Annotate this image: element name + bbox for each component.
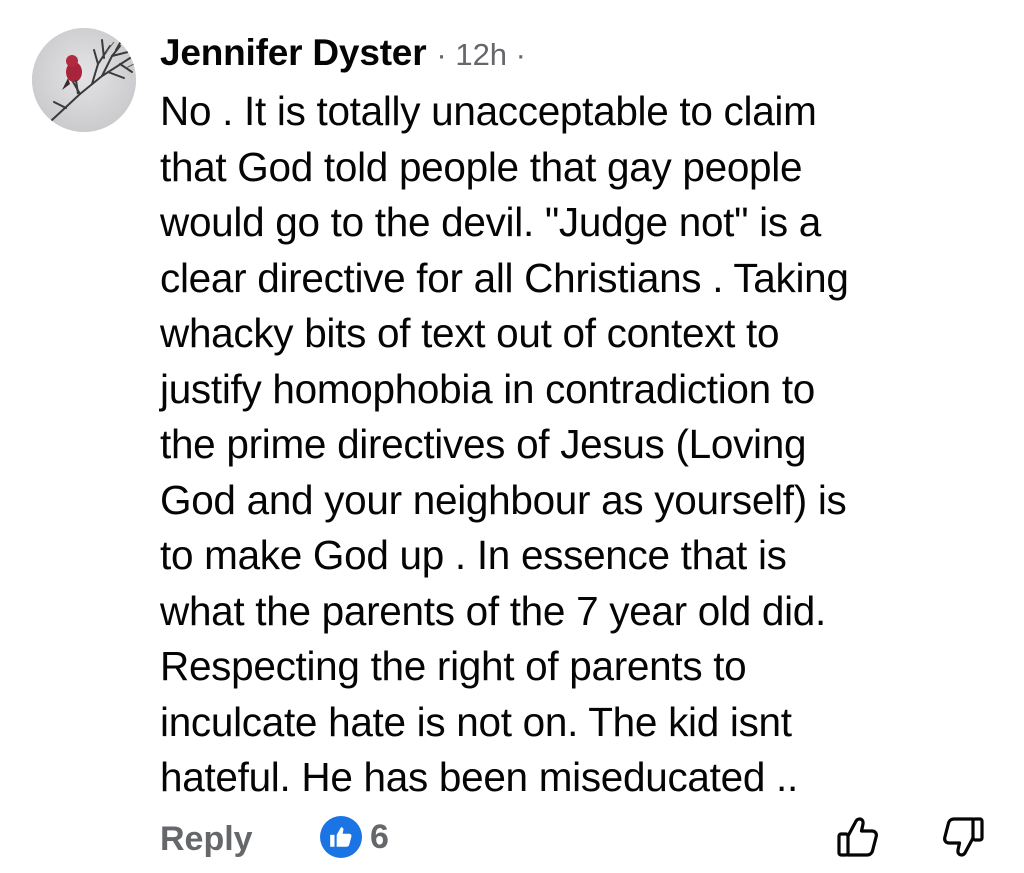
thumbs-down-outline-icon xyxy=(943,817,984,857)
comment: Jennifer Dyster · 12h · No . It is total… xyxy=(0,0,1024,873)
thumbs-up-button[interactable] xyxy=(835,814,881,860)
reaction-summary[interactable]: 6 xyxy=(320,816,389,858)
like-icon xyxy=(320,816,362,858)
reply-button[interactable]: Reply xyxy=(160,820,253,859)
thumbs-up-outline-icon xyxy=(837,817,878,857)
like-glyph-icon xyxy=(330,827,352,847)
avatar[interactable] xyxy=(32,28,136,132)
comment-header: Jennifer Dyster · 12h · xyxy=(160,32,526,78)
thumbs-down-button[interactable] xyxy=(940,814,986,860)
bird-on-branch-icon xyxy=(32,28,136,132)
comment-text: No . It is totally unacceptable to claim… xyxy=(160,88,849,800)
reaction-count: 6 xyxy=(370,817,389,856)
comment-actions: Reply 6 xyxy=(160,812,990,864)
author-name[interactable]: Jennifer Dyster xyxy=(160,32,427,74)
timestamp[interactable]: · 12h · xyxy=(436,37,526,73)
